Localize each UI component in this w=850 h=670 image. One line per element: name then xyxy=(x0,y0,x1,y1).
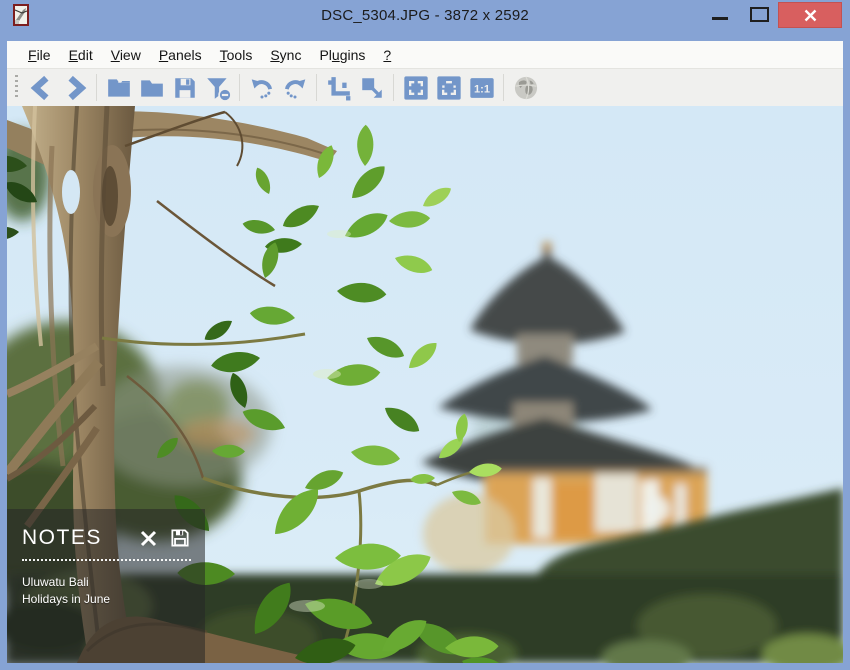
toolbar-separator xyxy=(393,74,394,101)
minimize-button[interactable] xyxy=(712,17,728,20)
menu-view[interactable]: View xyxy=(102,43,150,67)
globe-icon xyxy=(512,74,540,102)
zoom-to-fit-button[interactable] xyxy=(399,72,432,103)
previous-file-button[interactable] xyxy=(25,72,58,103)
menu-file[interactable]: File xyxy=(19,43,60,67)
chevron-right-icon xyxy=(62,75,88,101)
save-button[interactable] xyxy=(168,72,201,103)
menu-panels[interactable]: Panels xyxy=(150,43,211,67)
zoom-100-button[interactable]: 1:1 xyxy=(465,72,498,103)
svg-text:1:1: 1:1 xyxy=(473,83,489,95)
toolbar-grip[interactable] xyxy=(15,75,18,100)
resize-arrow-icon xyxy=(358,75,386,101)
map-button[interactable] xyxy=(509,72,542,103)
rotate-cw-button[interactable] xyxy=(278,72,311,103)
menu-edit[interactable]: Edit xyxy=(60,43,102,67)
open-file-button[interactable] xyxy=(102,72,135,103)
close-icon xyxy=(804,9,817,22)
rotate-ccw-button[interactable] xyxy=(245,72,278,103)
titlebar: DSC_5304.JPG - 3872 x 2592 xyxy=(0,0,850,41)
floppy-disk-icon xyxy=(172,75,198,101)
image-canvas[interactable]: NOTES Uluwatu Bali Holidays in June xyxy=(7,106,843,663)
toolbar-separator xyxy=(239,74,240,101)
fit-frame-button[interactable] xyxy=(432,72,465,103)
menu-tools[interactable]: Tools xyxy=(211,43,262,67)
close-button[interactable] xyxy=(778,2,842,28)
toolbar-separator xyxy=(316,74,317,101)
notes-panel: NOTES Uluwatu Bali Holidays in June xyxy=(7,509,205,663)
maximize-button[interactable] xyxy=(750,7,769,22)
rotate-cw-icon xyxy=(281,75,309,101)
filter-button[interactable] xyxy=(201,72,234,103)
toolbar-separator xyxy=(503,74,504,101)
notes-text[interactable]: Uluwatu Bali Holidays in June xyxy=(22,574,191,609)
save-note-button[interactable] xyxy=(171,529,189,547)
menu-plugins[interactable]: Plugins xyxy=(310,43,374,67)
frame-filled-icon xyxy=(435,74,463,102)
notes-dotted-divider xyxy=(22,559,191,561)
resize-button[interactable] xyxy=(355,72,388,103)
menu-sync[interactable]: Sync xyxy=(261,43,310,67)
close-notes-button[interactable] xyxy=(140,530,157,547)
one-to-one-icon: 1:1 xyxy=(468,74,496,102)
rotate-ccw-icon xyxy=(248,75,276,101)
menu-help[interactable]: ? xyxy=(374,43,400,67)
toolbar-separator xyxy=(96,74,97,101)
fit-screen-icon xyxy=(402,74,430,102)
crop-button[interactable] xyxy=(322,72,355,103)
crop-icon xyxy=(325,75,353,101)
folder-icon xyxy=(139,75,165,101)
menubar: File Edit View Panels Tools Sync Plugins… xyxy=(7,41,843,68)
funnel-minus-icon xyxy=(204,75,232,101)
open-folder-icon xyxy=(106,75,132,101)
notes-panel-title: NOTES xyxy=(22,526,102,550)
toolbar: 1:1 xyxy=(7,68,843,106)
chevron-left-icon xyxy=(29,75,55,101)
next-file-button[interactable] xyxy=(58,72,91,103)
open-directory-button[interactable] xyxy=(135,72,168,103)
